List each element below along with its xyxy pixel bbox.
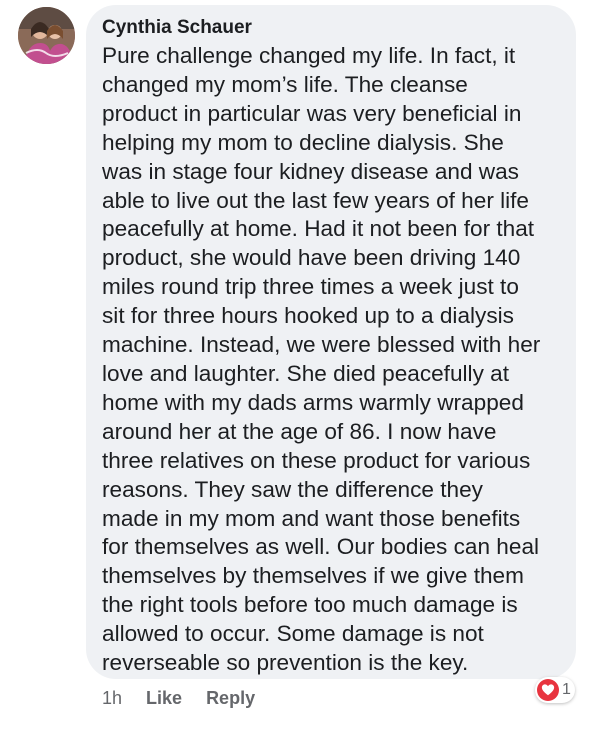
reply-button[interactable]: Reply [206, 688, 255, 709]
comment-line: made in my mom and want those benefits [102, 505, 521, 531]
comment-line: peacefully at home. Had it not been for … [102, 216, 535, 242]
comment-line: home with my dads arms warmly wrapped [102, 389, 524, 415]
comment-line: miles round trip three times a week just… [102, 274, 519, 300]
comment-line: product in particular was very beneficia… [102, 100, 522, 126]
comment-line: love and laughter. She died peacefully a… [102, 360, 509, 386]
comment-line: Pure challenge changed my life. In fact,… [102, 43, 516, 68]
avatar[interactable] [18, 7, 75, 64]
comment-line: helping my mom to decline dialysis. She [102, 129, 504, 155]
comment-line: the right tools before too much damage i… [102, 592, 518, 618]
comment-line: product, she would have been driving 140 [102, 245, 521, 271]
profile-photo-icon [18, 7, 75, 64]
reaction-count: 1 [562, 681, 571, 698]
comment-bubble: Cynthia Schauer Pure challenge changed m… [86, 5, 576, 679]
comment-text: Pure challenge changed my life. In fact,… [102, 42, 560, 678]
comment-line: for themselves as well. Our bodies can h… [102, 534, 540, 560]
comment-line: themselves by themselves if we give them [102, 563, 524, 589]
comment-line: machine. Instead, we were blessed with h… [102, 332, 541, 358]
comment-line: reasons. They saw the difference they [102, 476, 483, 502]
comment-line: able to live out the last few years of h… [102, 187, 529, 213]
comment-line: reverseable so prevention is the key. [102, 650, 469, 676]
comment-actions: 1h Like Reply [102, 683, 279, 713]
heart-icon [537, 679, 559, 701]
comment-line: around her at the age of 86. I now have [102, 418, 497, 444]
comment-line: changed my mom’s life. The cleanse [102, 71, 468, 97]
like-button[interactable]: Like [146, 688, 182, 709]
reaction-count-badge[interactable]: 1 [535, 677, 575, 703]
comment-line: three relatives on these product for var… [102, 447, 531, 473]
comment-author[interactable]: Cynthia Schauer [102, 16, 560, 40]
comment-line: allowed to occur. Some damage is not [102, 621, 484, 647]
timestamp[interactable]: 1h [102, 688, 122, 709]
comment-line: was in stage four kidney disease and was [102, 158, 519, 184]
comment-line: sit for three hours hooked up to a dialy… [102, 303, 514, 329]
